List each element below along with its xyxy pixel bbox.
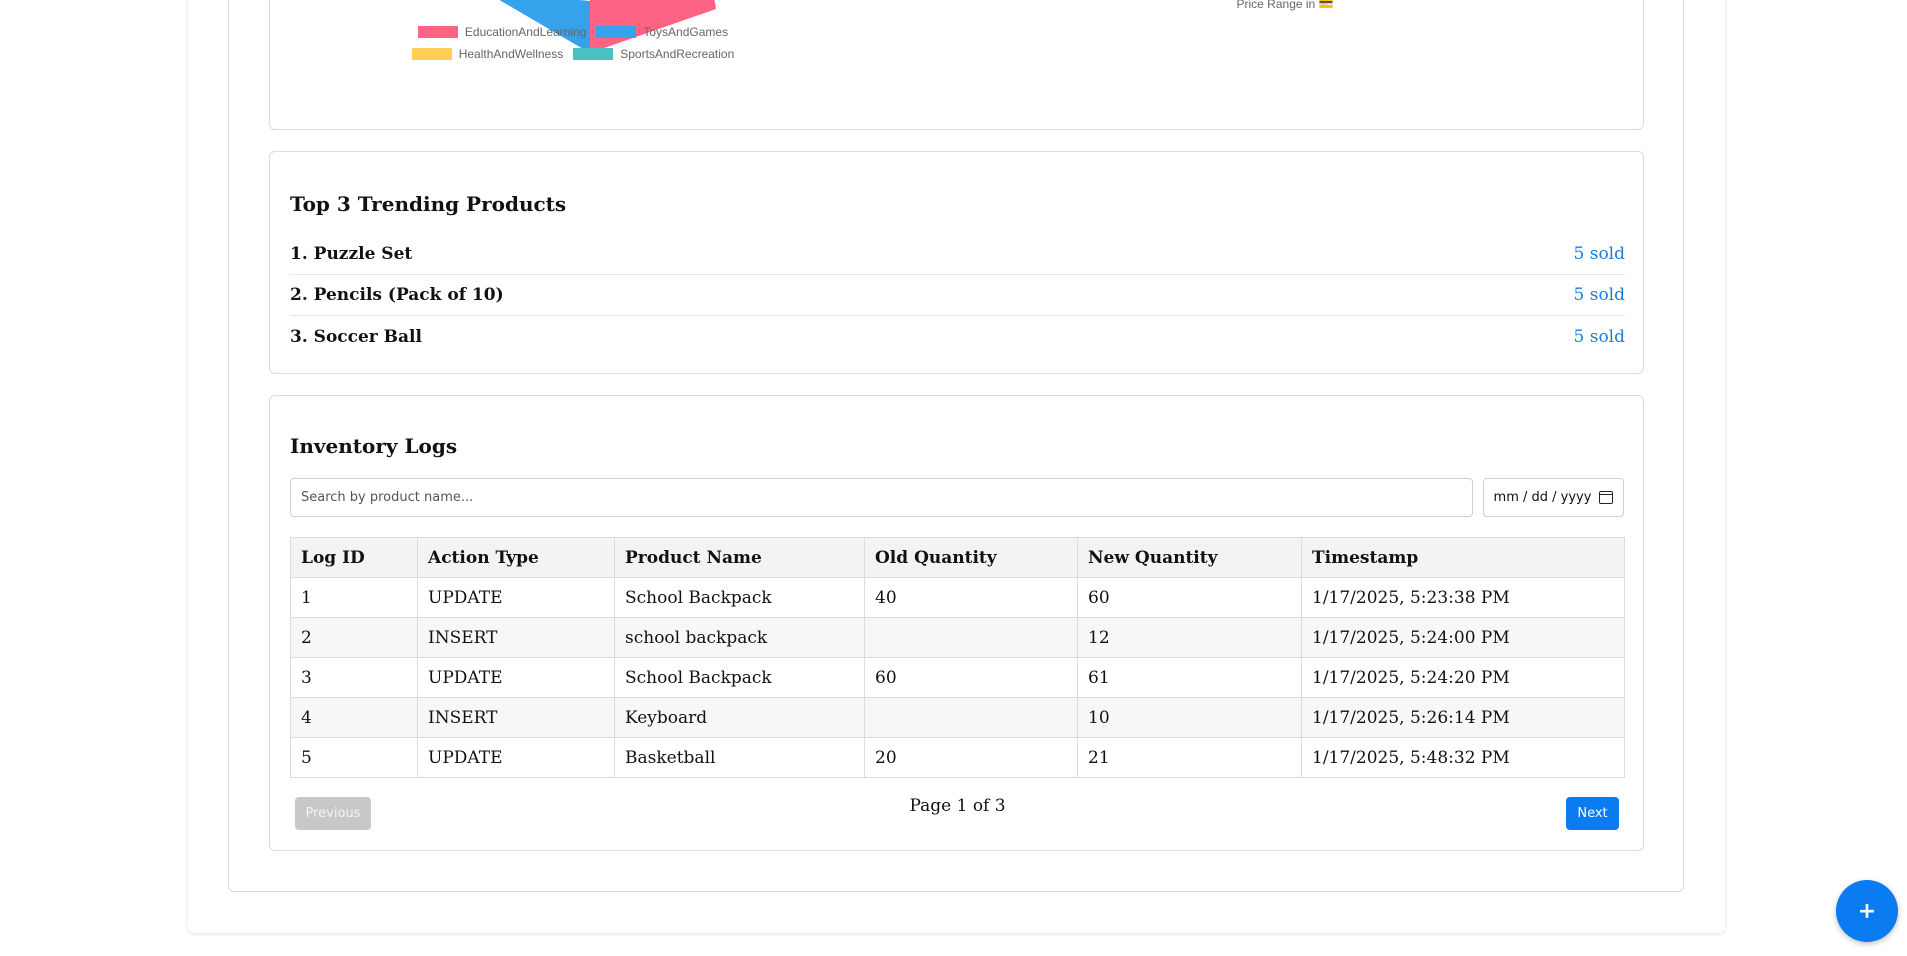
legend-item[interactable]: ToysAndGames	[596, 25, 728, 39]
table-cell: 10	[1077, 697, 1302, 738]
table-cell: UPDATE	[417, 737, 615, 778]
trending-item: 2. Pencils (Pack of 10) 5 sold	[290, 275, 1625, 316]
column-header: Product Name	[614, 537, 865, 578]
table-cell: 40	[864, 577, 1078, 618]
table-cell: 1	[290, 577, 418, 618]
table-cell: 60	[864, 657, 1078, 698]
inventory-logs-table: Log ID Action Type Product Name Old Quan…	[290, 537, 1625, 778]
table-cell: INSERT	[417, 697, 615, 738]
legend-swatch	[411, 48, 452, 60]
table-cell: school backpack	[614, 617, 865, 658]
pie-chart-svg	[499, 0, 716, 53]
table-cell: 1/17/2025, 5:24:20 PM	[1301, 657, 1625, 698]
table-cell: 1/17/2025, 5:24:00 PM	[1301, 617, 1625, 658]
trending-title: Top 3 Trending Products	[290, 192, 567, 216]
date-filter-input[interactable]: mm / dd / yyyy	[1483, 478, 1624, 517]
price-bar-chart-axis: 0 - 2020 - 4040 - 6060 - 8080 - 100100 -…	[920, 0, 1620, 21]
column-header: New Quantity	[1077, 537, 1302, 578]
trending-item: 3. Soccer Ball 5 sold	[290, 316, 1625, 357]
trending-sold-count: 5 sold	[1573, 285, 1626, 305]
table-cell: 60	[1077, 577, 1302, 618]
legend-label: ToysAndGames	[643, 25, 729, 39]
table-cell: School Backpack	[614, 577, 865, 618]
next-page-button[interactable]: Next	[1566, 797, 1619, 830]
legend-label: HealthAndWellness	[458, 47, 564, 61]
trending-item: 1. Puzzle Set 5 sold	[290, 234, 1625, 275]
table-cell: 1/17/2025, 5:48:32 PM	[1301, 737, 1625, 778]
table-cell: 21	[1077, 737, 1302, 778]
column-header: Log ID	[290, 537, 418, 578]
page-indicator: Page 1 of 3	[909, 796, 1006, 816]
table-row: 5 UPDATE Basketball 20 21 1/17/2025, 5:4…	[290, 737, 1625, 778]
trending-products-card: Top 3 Trending Products 1. Puzzle Set 5 …	[269, 151, 1644, 374]
charts-card: EducationAndLearning ToysAndGames Health…	[269, 0, 1644, 130]
trending-product-name: 2. Pencils (Pack of 10)	[290, 285, 504, 305]
table-row: 3 UPDATE School Backpack 60 61 1/17/2025…	[290, 657, 1625, 698]
table-row: 1 UPDATE School Backpack 40 60 1/17/2025…	[290, 577, 1625, 618]
table-cell	[864, 617, 1078, 658]
add-floating-button[interactable]: +	[1836, 880, 1898, 942]
table-cell	[864, 697, 1078, 738]
table-cell: UPDATE	[417, 657, 615, 698]
table-cell: 4	[290, 697, 418, 738]
inventory-logs-title: Inventory Logs	[290, 434, 458, 458]
legend-label: SportsAndRecreation	[620, 47, 735, 61]
trending-sold-count: 5 sold	[1573, 244, 1626, 264]
legend-item[interactable]: HealthAndWellness	[411, 47, 564, 61]
trending-product-name: 3. Soccer Ball	[290, 326, 422, 347]
trending-list: 1. Puzzle Set 5 sold 2. Pencils (Pack of…	[290, 234, 1625, 357]
trending-sold-count: 5 sold	[1573, 326, 1626, 347]
calendar-icon[interactable]	[1599, 491, 1614, 504]
table-cell: Keyboard	[614, 697, 865, 738]
table-cell: 12	[1077, 617, 1302, 658]
table-cell: INSERT	[417, 617, 615, 658]
table-cell: 61	[1077, 657, 1302, 698]
table-cell: Basketball	[614, 737, 865, 778]
table-cell: 5	[290, 737, 418, 778]
table-cell: 2	[290, 617, 418, 658]
x-axis-title: Price Range in 💳	[1236, 0, 1334, 11]
table-row: 2 INSERT school backpack 12 1/17/2025, 5…	[290, 617, 1625, 658]
legend-item[interactable]: EducationAndLearning	[417, 25, 587, 39]
legend-swatch	[573, 48, 614, 60]
previous-page-button[interactable]: Previous	[295, 797, 371, 830]
table-cell: School Backpack	[614, 657, 865, 698]
legend-item[interactable]: SportsAndRecreation	[573, 47, 734, 61]
column-header: Timestamp	[1301, 537, 1625, 578]
table-cell: 1/17/2025, 5:26:14 PM	[1301, 697, 1625, 738]
table-cell: 3	[290, 657, 418, 698]
column-header: Old Quantity	[864, 537, 1078, 578]
date-placeholder: mm / dd / yyyy	[1493, 490, 1592, 505]
legend-swatch	[417, 26, 458, 38]
search-input[interactable]	[290, 478, 1473, 517]
table-cell: 1/17/2025, 5:23:38 PM	[1301, 577, 1625, 618]
table-cell: 20	[864, 737, 1078, 778]
column-header: Action Type	[417, 537, 615, 578]
legend-swatch	[596, 26, 637, 38]
pie-legend: EducationAndLearning ToysAndGames Health…	[338, 25, 808, 61]
trending-product-name: 1. Puzzle Set	[290, 244, 413, 264]
table-header-row: Log ID Action Type Product Name Old Quan…	[290, 537, 1625, 578]
legend-label: EducationAndLearning	[464, 25, 587, 39]
table-row: 4 INSERT Keyboard 10 1/17/2025, 5:26:14 …	[290, 697, 1625, 738]
inventory-logs-card: Inventory Logs mm / dd / yyyy Log ID Act…	[269, 395, 1644, 851]
table-cell: UPDATE	[417, 577, 615, 618]
